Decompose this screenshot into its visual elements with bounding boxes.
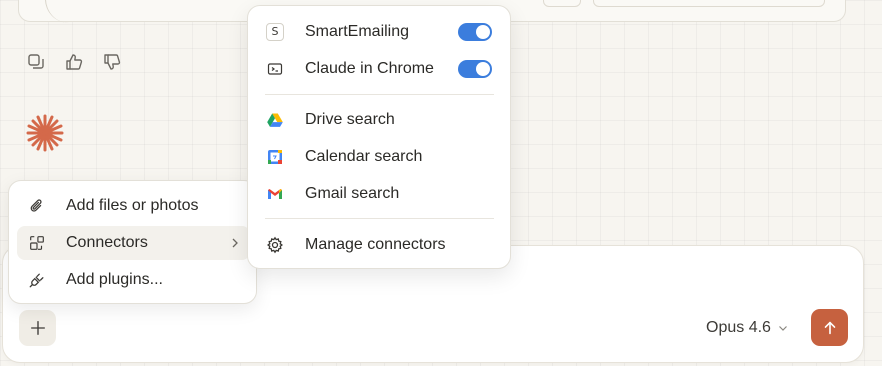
gear-icon (266, 236, 284, 254)
gmail-icon (266, 185, 284, 203)
smartemailing-toggle[interactable] (458, 23, 492, 41)
gmail-search-label: Gmail search (305, 185, 400, 202)
claude-in-chrome-label: Claude in Chrome (305, 60, 434, 77)
arrow-up-icon (824, 321, 835, 334)
card-decoration (45, 0, 129, 23)
drive-search-item[interactable]: Drive search (256, 103, 502, 137)
connectors-submenu: S SmartEmailing Claude in Chrome Drive s… (247, 5, 511, 269)
smartemailing-connector[interactable]: S SmartEmailing (256, 15, 502, 49)
connectors-icon (27, 233, 47, 253)
drive-search-label: Drive search (305, 111, 395, 128)
send-button[interactable] (811, 309, 848, 346)
claude-logo-icon (25, 113, 65, 153)
message-actions (26, 52, 122, 72)
claude-in-chrome-connector[interactable]: Claude in Chrome (256, 52, 502, 86)
connectors-label: Connectors (66, 234, 148, 251)
attach-menu: Add files or photos Connectors Add plugi… (8, 180, 257, 304)
plus-icon (30, 321, 45, 335)
chrome-extension-icon (266, 60, 284, 78)
gmail-search-item[interactable]: Gmail search (256, 177, 502, 211)
add-plugins-label: Add plugins... (66, 271, 163, 288)
card-chip-wide[interactable] (593, 0, 825, 7)
thumbs-up-icon[interactable] (64, 52, 84, 72)
card-chip[interactable] (543, 0, 581, 7)
chevron-right-icon (232, 238, 238, 248)
smartemailing-label: SmartEmailing (305, 23, 410, 40)
menu-divider (265, 218, 494, 219)
claude-in-chrome-toggle[interactable] (458, 60, 492, 78)
paperclip-icon (27, 196, 47, 216)
manage-connectors-item[interactable]: Manage connectors (256, 228, 502, 262)
add-files-label: Add files or photos (66, 197, 199, 214)
smartemailing-icon: S (266, 23, 284, 41)
add-files-menu-item[interactable]: Add files or photos (17, 189, 250, 223)
model-selector[interactable]: Opus 4.6 (706, 316, 789, 340)
chevron-down-icon (779, 326, 787, 331)
thumbs-down-icon[interactable] (102, 52, 122, 72)
google-calendar-icon (266, 148, 284, 166)
plug-icon (27, 270, 47, 290)
calendar-search-item[interactable]: Calendar search (256, 140, 502, 174)
add-content-button[interactable] (19, 310, 56, 346)
google-drive-icon (266, 111, 284, 129)
model-label: Opus 4.6 (706, 319, 771, 336)
calendar-search-label: Calendar search (305, 148, 423, 165)
menu-divider (265, 94, 494, 95)
add-plugins-menu-item[interactable]: Add plugins... (17, 263, 250, 297)
copy-icon[interactable] (26, 52, 46, 72)
connectors-menu-item[interactable]: Connectors (17, 226, 250, 260)
smartemailing-letter: S (266, 23, 284, 41)
manage-connectors-label: Manage connectors (305, 236, 446, 253)
